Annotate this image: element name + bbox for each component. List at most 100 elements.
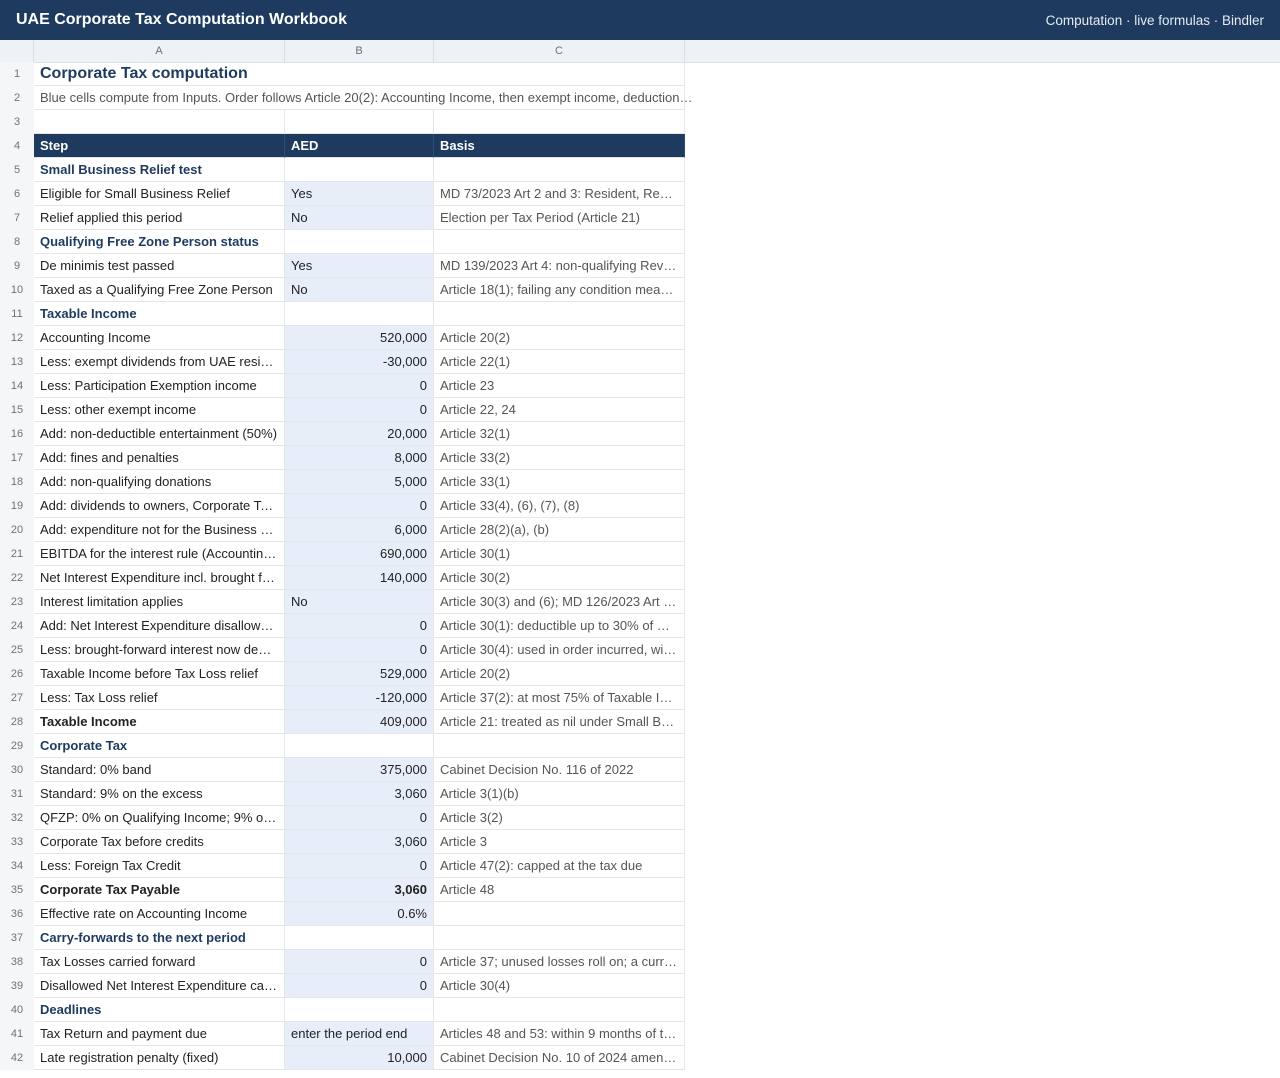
aed-value-cell[interactable]: 0 [285,806,434,830]
aed-value-cell[interactable]: No [285,278,434,302]
aed-value-cell[interactable]: 0 [285,614,434,638]
basis-cell[interactable]: Article 33(2) [434,446,685,470]
aed-value-cell[interactable]: 10,000 [285,1046,434,1070]
aed-value-cell[interactable]: -120,000 [285,686,434,710]
aed-value-cell[interactable]: 375,000 [285,758,434,782]
row-number[interactable]: 16 [0,422,34,446]
row-number[interactable]: 18 [0,470,34,494]
row-number[interactable]: 13 [0,350,34,374]
basis-cell[interactable]: Article 23 [434,374,685,398]
basis-cell[interactable]: Article 33(4), (6), (7), (8) [434,494,685,518]
row-number[interactable]: 30 [0,758,34,782]
aed-value-cell[interactable]: 0.6% [285,902,434,926]
row-number[interactable]: 39 [0,974,34,998]
step-cell[interactable]: Add: fines and penalties [34,446,285,470]
cell-a[interactable] [34,110,285,134]
row-number[interactable]: 15 [0,398,34,422]
step-cell[interactable]: Eligible for Small Business Relief [34,182,285,206]
basis-cell[interactable]: Article 30(4): used in order incurred, w… [434,638,685,662]
aed-value-cell[interactable]: -30,000 [285,350,434,374]
basis-cell[interactable]: Article 21: treated as nil under Small B… [434,710,685,734]
row-number[interactable]: 36 [0,902,34,926]
step-cell[interactable]: Add: non-qualifying donations [34,470,285,494]
column-header-a[interactable]: A [34,40,285,62]
aed-value-cell[interactable]: 0 [285,854,434,878]
cell-b[interactable] [285,158,434,182]
row-number[interactable]: 12 [0,326,34,350]
row-number[interactable]: 9 [0,254,34,278]
section-heading-cell[interactable]: Deadlines [34,998,285,1022]
cell-b[interactable] [285,998,434,1022]
row-number[interactable]: 29 [0,734,34,758]
aed-value-cell[interactable]: 0 [285,638,434,662]
step-cell[interactable]: Taxed as a Qualifying Free Zone Person [34,278,285,302]
basis-cell[interactable]: Article 3(2) [434,806,685,830]
basis-cell[interactable]: Article 30(3) and (6); MD 126/2023 Art 8… [434,590,685,614]
cell-c[interactable] [434,110,685,134]
step-cell[interactable]: Effective rate on Accounting Income [34,902,285,926]
row-number[interactable]: 38 [0,950,34,974]
basis-cell[interactable]: Article 28(2)(a), (b) [434,518,685,542]
aed-value-cell[interactable]: 0 [285,494,434,518]
aed-value-cell[interactable]: 5,000 [285,470,434,494]
basis-cell[interactable]: Article 22(1) [434,350,685,374]
basis-cell[interactable]: Article 3(1)(b) [434,782,685,806]
step-cell[interactable]: Tax Losses carried forward [34,950,285,974]
step-cell[interactable]: QFZP: 0% on Qualifying Income; 9% on… [34,806,285,830]
aed-value-cell[interactable]: 8,000 [285,446,434,470]
aed-value-cell[interactable]: No [285,206,434,230]
aed-value-cell[interactable]: enter the period end [285,1022,434,1046]
sheet-subtitle-cell[interactable]: Blue cells compute from Inputs. Order fo… [34,86,692,110]
cell-c[interactable] [434,734,685,758]
header-cell-step[interactable]: Step [34,134,285,158]
row-number[interactable]: 2 [0,86,34,110]
basis-cell[interactable]: Article 33(1) [434,470,685,494]
row-number[interactable]: 41 [0,1022,34,1046]
step-cell[interactable]: Corporate Tax Payable [34,878,285,902]
step-cell[interactable]: Tax Return and payment due [34,1022,285,1046]
cell-b[interactable] [285,302,434,326]
row-number[interactable]: 10 [0,278,34,302]
header-cell-basis[interactable]: Basis [434,134,685,158]
row-number[interactable]: 20 [0,518,34,542]
step-cell[interactable]: Taxable Income before Tax Loss relief [34,662,285,686]
cell-b[interactable] [285,110,434,134]
row-number[interactable]: 40 [0,998,34,1022]
cell-c[interactable] [434,158,685,182]
step-cell[interactable]: Net Interest Expenditure incl. brought f… [34,566,285,590]
row-number[interactable]: 24 [0,614,34,638]
section-heading-cell[interactable]: Qualifying Free Zone Person status [34,230,285,254]
spreadsheet-grid[interactable]: A B C 1 Corporate Tax computation 2 Blue ce… [0,40,1280,1078]
aed-value-cell[interactable]: 3,060 [285,830,434,854]
step-cell[interactable]: Taxable Income [34,710,285,734]
row-number[interactable]: 22 [0,566,34,590]
basis-cell[interactable]: Article 30(4) [434,974,685,998]
row-number[interactable]: 27 [0,686,34,710]
basis-cell[interactable]: MD 139/2023 Art 4: non-qualifying Reve… [434,254,685,278]
row-number[interactable]: 8 [0,230,34,254]
step-cell[interactable]: Add: non-deductible entertainment (50%) [34,422,285,446]
aed-value-cell[interactable]: 409,000 [285,710,434,734]
basis-cell[interactable]: Article 20(2) [434,662,685,686]
cell-b[interactable] [285,734,434,758]
step-cell[interactable]: Less: brought-forward interest now ded… [34,638,285,662]
row-number[interactable]: 23 [0,590,34,614]
row-number[interactable]: 32 [0,806,34,830]
section-heading-cell[interactable]: Small Business Relief test [34,158,285,182]
aed-value-cell[interactable]: 140,000 [285,566,434,590]
basis-cell[interactable]: Articles 48 and 53: within 9 months of t… [434,1022,685,1046]
row-number[interactable]: 6 [0,182,34,206]
row-number[interactable]: 26 [0,662,34,686]
row-number[interactable]: 37 [0,926,34,950]
aed-value-cell[interactable]: Yes [285,254,434,278]
select-all-corner[interactable] [0,40,34,62]
step-cell[interactable]: Disallowed Net Interest Expenditure carr… [34,974,285,998]
row-number[interactable]: 17 [0,446,34,470]
row-number[interactable]: 34 [0,854,34,878]
aed-value-cell[interactable]: 690,000 [285,542,434,566]
step-cell[interactable]: Less: exempt dividends from UAE resid… [34,350,285,374]
step-cell[interactable]: Interest limitation applies [34,590,285,614]
aed-value-cell[interactable]: 3,060 [285,878,434,902]
aed-value-cell[interactable]: 3,060 [285,782,434,806]
step-cell[interactable]: Less: Participation Exemption income [34,374,285,398]
